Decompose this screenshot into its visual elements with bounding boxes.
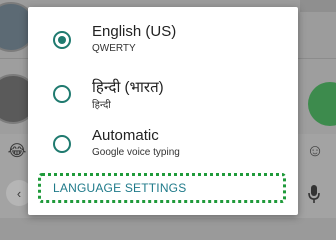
smiley-icon: ☺ <box>306 141 324 160</box>
mic-icon <box>302 182 326 206</box>
language-option-automatic[interactable]: Automatic Google voice typing <box>28 119 298 169</box>
language-option-hindi[interactable]: हिन्दी (भारत) हिन्दी <box>28 69 298 119</box>
radio-unchecked-icon[interactable] <box>53 85 71 103</box>
input-language-popup: English (US) QWERTY हिन्दी (भारत) हिन्दी… <box>28 7 298 215</box>
radio-dot <box>58 36 66 44</box>
radio-unchecked-icon[interactable] <box>53 135 71 153</box>
radio-checked-icon[interactable] <box>53 31 71 49</box>
option-title: English (US) <box>92 23 177 40</box>
language-option-english[interactable]: English (US) QWERTY <box>28 15 298 65</box>
option-title: Automatic <box>92 127 159 144</box>
language-settings-label: LANGUAGE SETTINGS <box>53 181 187 195</box>
option-subtitle: QWERTY <box>92 43 136 54</box>
option-subtitle: Google voice typing <box>92 147 180 158</box>
option-title: हिन्दी (भारत) <box>92 79 164 96</box>
option-subtitle: हिन्दी <box>92 100 111 111</box>
background-tab <box>300 0 336 12</box>
emoji-icon: 😂 <box>7 143 27 160</box>
language-settings-button[interactable]: LANGUAGE SETTINGS <box>38 173 286 203</box>
